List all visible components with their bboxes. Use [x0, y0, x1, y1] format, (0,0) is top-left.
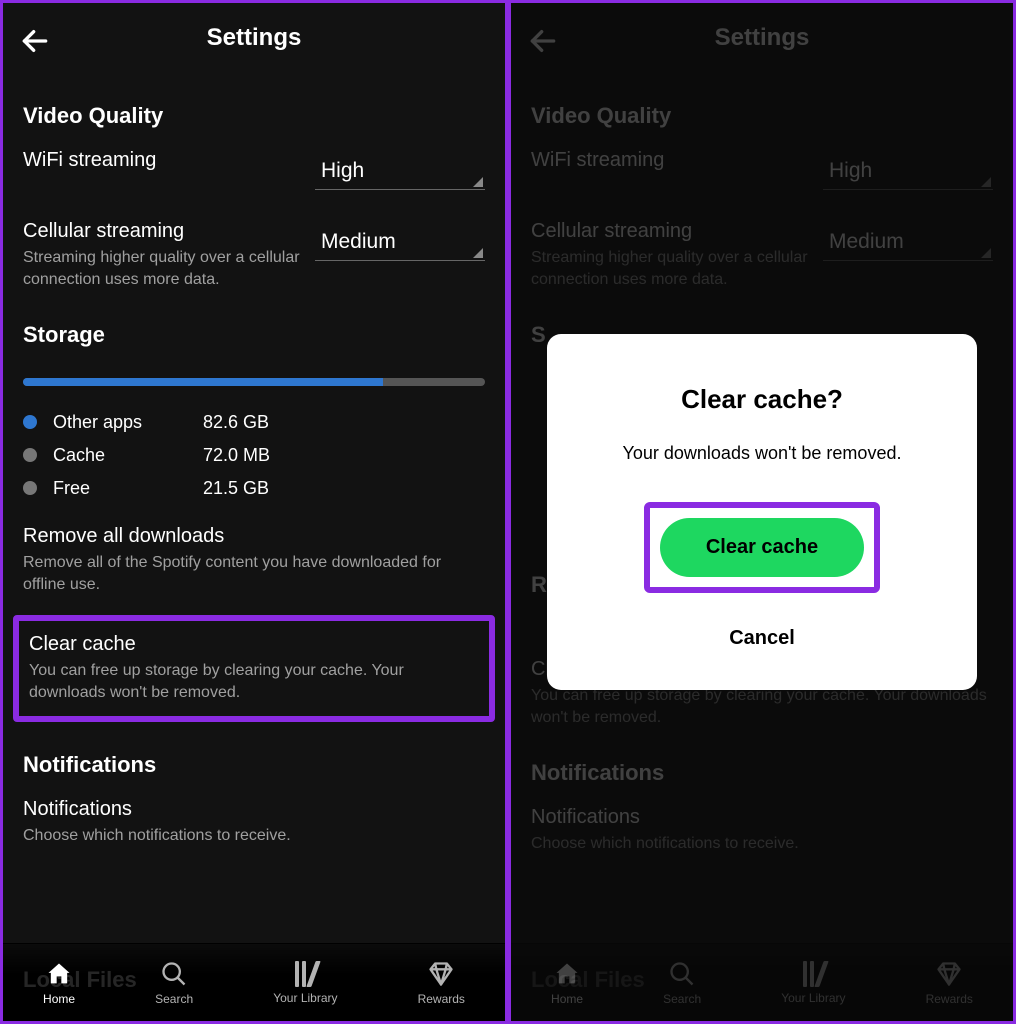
dialog-title: Clear cache? — [577, 384, 947, 415]
row-wifi: WiFi streaming High — [23, 149, 485, 190]
modal-overlay[interactable]: Clear cache? Your downloads won't be rem… — [511, 3, 1013, 1021]
notifications-button[interactable]: Notifications Choose which notifications… — [23, 798, 485, 847]
section-notifications: Notifications — [23, 752, 485, 778]
back-button[interactable] — [19, 25, 51, 57]
row-cellular: Cellular streaming Streaming higher qual… — [23, 220, 485, 292]
dot-cache-icon — [23, 448, 37, 462]
nav-rewards[interactable]: Rewards — [418, 960, 465, 1006]
phone-right: Settings Video Quality WiFi streaming Hi… — [508, 0, 1016, 1024]
section-storage: Storage — [23, 322, 485, 348]
local-files-peek: Local Files — [23, 967, 137, 993]
confirm-highlight: Clear cache — [644, 502, 880, 593]
storage-legend: Other apps82.6 GB Cache72.0 MB Free21.5 … — [23, 406, 485, 505]
cellular-label: Cellular streaming — [23, 220, 303, 243]
library-icon — [295, 961, 316, 987]
content: Video Quality WiFi streaming High Cellul… — [3, 73, 505, 943]
header: Settings — [3, 3, 505, 73]
clear-cache-highlight: Clear cache You can free up storage by c… — [13, 615, 495, 723]
cellular-dropdown[interactable]: Medium — [315, 220, 485, 261]
dot-other-icon — [23, 415, 37, 429]
wifi-dropdown[interactable]: High — [315, 149, 485, 190]
nav-search[interactable]: Search — [155, 960, 193, 1006]
page-title: Settings — [207, 24, 302, 52]
remove-downloads-button[interactable]: Remove all downloads Remove all of the S… — [23, 525, 485, 597]
clear-cache-confirm-button[interactable]: Clear cache — [660, 518, 864, 577]
diamond-icon — [427, 960, 455, 988]
dialog-body: Your downloads won't be removed. — [577, 443, 947, 464]
cancel-button[interactable]: Cancel — [577, 617, 947, 660]
section-video-quality: Video Quality — [23, 103, 485, 129]
cellular-desc: Streaming higher quality over a cellular… — [23, 247, 303, 292]
nav-library[interactable]: Your Library — [273, 961, 337, 1005]
storage-bar — [23, 378, 485, 386]
phone-left: Settings Video Quality WiFi streaming Hi… — [0, 0, 508, 1024]
clear-cache-dialog: Clear cache? Your downloads won't be rem… — [547, 334, 977, 690]
clear-cache-button[interactable]: Clear cache You can free up storage by c… — [29, 633, 479, 705]
dot-free-icon — [23, 481, 37, 495]
wifi-label: WiFi streaming — [23, 149, 303, 172]
search-icon — [160, 960, 188, 988]
